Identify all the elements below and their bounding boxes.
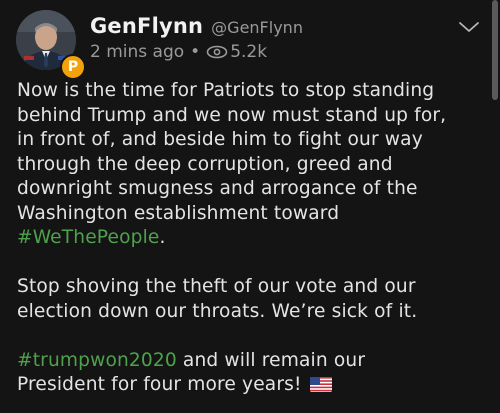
body-line: President for four more years! (17, 374, 308, 395)
body-line: through the deep corruption, greed and (17, 153, 393, 175)
scrollbar[interactable] (492, 0, 498, 100)
author-display-name[interactable]: GenFlynn (90, 14, 203, 38)
parler-badge-icon: P (60, 54, 86, 80)
body-line: behind Trump and we now must stand up fo… (17, 104, 447, 126)
body-line: Now is the time for Patriots to stop sta… (17, 80, 435, 101)
body-line: election down our throats. We’re sick of… (17, 300, 418, 322)
post-paragraph-2: Stop shoving the theft of our vote and o… (17, 275, 487, 324)
avatar-container[interactable]: P (16, 10, 86, 80)
name-row: GenFlynn @GenFlynn (90, 14, 303, 38)
eye-icon (206, 45, 228, 59)
body-line: downright smugness and arrogance of the (17, 178, 418, 199)
post-paragraph-3: #trumpwon2020 and will remain our Presid… (17, 349, 487, 398)
hashtag-link[interactable]: #WeThePeople (17, 227, 159, 248)
author-handle[interactable]: @GenFlynn (211, 18, 303, 37)
body-line: in front of, and beside him to fight our… (17, 129, 423, 150)
post-paragraph-1: Now is the time for Patriots to stop sta… (17, 79, 487, 251)
view-count: 5.2k (230, 42, 268, 62)
post-card: P GenFlynn @GenFlynn 2 mins ago • 5.2k N… (0, 0, 500, 413)
body-line: Stop shoving the theft of our vote and o… (17, 276, 416, 297)
hashtag-link[interactable]: #trumpwon2020 (17, 350, 177, 371)
post-body: Now is the time for Patriots to stop sta… (17, 79, 487, 398)
meta-separator: • (190, 42, 201, 62)
body-line: and will remain our (176, 349, 366, 371)
post-header: GenFlynn @GenFlynn 2 mins ago • 5.2k (90, 14, 303, 62)
hashtag-suffix: . (159, 227, 166, 248)
post-meta: 2 mins ago • 5.2k (90, 42, 303, 62)
body-line: Washington establishment toward (17, 202, 340, 224)
chevron-down-icon[interactable] (458, 20, 480, 34)
us-flag-icon (309, 377, 332, 392)
post-timestamp: 2 mins ago (90, 42, 185, 62)
